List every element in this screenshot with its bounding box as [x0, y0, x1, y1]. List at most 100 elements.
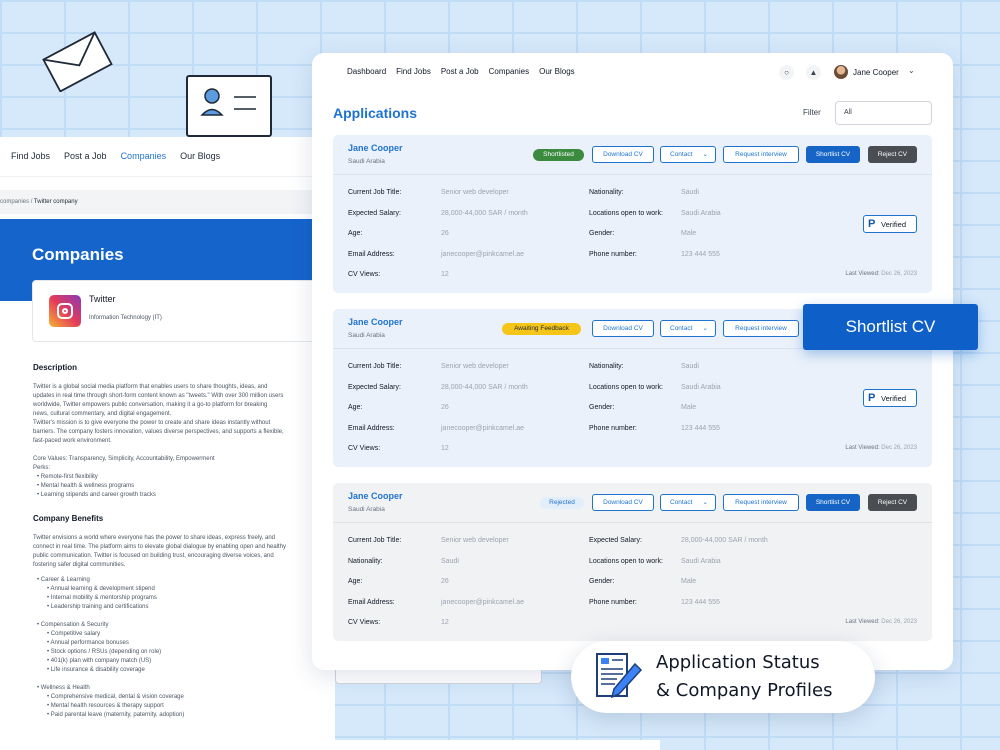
shortlist-cv-button[interactable]: Shortlist CV [806, 146, 860, 163]
field-label: Email Address: [348, 599, 395, 606]
applications-panel: Dashboard Find Jobs Post a Job Companies… [312, 53, 953, 670]
user-name[interactable]: Jane Cooper [853, 68, 899, 77]
description-heading: Description [33, 363, 78, 372]
field-value: 123 444 555 [681, 599, 720, 606]
contact-button[interactable]: Contact ⌄ [660, 146, 716, 163]
description-line: fast-paced work environment. [33, 438, 112, 444]
field-label: Current Job Title: [348, 363, 402, 370]
field-label: Locations open to work: [589, 210, 663, 217]
field-value: Senior web developer [441, 363, 509, 370]
chevron-down-icon[interactable]: ⌄ [908, 66, 915, 75]
filter-select[interactable]: All [835, 101, 932, 125]
reject-cv-button[interactable]: Reject CV [868, 146, 917, 163]
contact-label: Contact [670, 325, 693, 332]
field-label: Nationality: [589, 363, 624, 370]
last-viewed: Last Viewed: Dec 26, 2023 [845, 445, 917, 451]
envelope-icon [42, 31, 113, 92]
company-profile-page: Find Jobs Post a Job Companies Our Blogs… [0, 137, 335, 750]
field-value: Senior web developer [441, 189, 509, 196]
last-viewed-label: Last Viewed: [845, 271, 880, 277]
field-value: janecooper@pinkcamel.ae [441, 425, 524, 432]
filter-label: Filter [803, 108, 821, 117]
download-cv-button[interactable]: Download CV [592, 146, 654, 163]
request-interview-button[interactable]: Request interview [723, 494, 799, 511]
nav-post-job[interactable]: Post a Job [64, 151, 107, 176]
benefit-group: Compensation & Security [33, 621, 313, 630]
description-line: Twitter's mission is to give everyone th… [33, 420, 271, 426]
candidate-name[interactable]: Jane Cooper [348, 143, 403, 153]
nav-our-blogs[interactable]: Our Blogs [539, 67, 575, 76]
field-label: Phone number: [589, 251, 637, 258]
user-icon [200, 88, 256, 116]
reject-cv-button[interactable]: Reject CV [868, 494, 917, 511]
verified-badge: P Verified [863, 215, 917, 233]
field-value: Saudi Arabia [681, 210, 721, 217]
field-label: Age: [348, 230, 363, 237]
nav-find-jobs[interactable]: Find Jobs [11, 151, 50, 176]
request-interview-button[interactable]: Request interview [723, 320, 799, 337]
list-item: Learning stipends and career growth trac… [37, 491, 313, 500]
contact-button[interactable]: Contact ⌄ [660, 494, 716, 511]
perks-list: Remote-first flexibility Mental health &… [33, 473, 313, 500]
field-value: Male [681, 578, 697, 585]
avatar[interactable] [834, 65, 848, 79]
field-value: Saudi Arabia [681, 384, 721, 391]
benefit-items: Comprehensive medical, dental & vision c… [33, 693, 313, 720]
field-label: Locations open to work: [589, 384, 663, 391]
bell-icon[interactable]: ▲ [806, 65, 821, 80]
field-label: Gender: [589, 578, 615, 585]
field-value: Male [681, 230, 697, 237]
download-cv-button[interactable]: Download CV [592, 320, 654, 337]
last-viewed-date: Dec 26, 2023 [881, 445, 917, 451]
field-value: 26 [441, 230, 449, 237]
application-header: Jane Cooper Saudi Arabia Shortlisted Dow… [333, 135, 932, 175]
company-name: Twitter [89, 294, 116, 304]
candidate-name[interactable]: Jane Cooper [348, 317, 403, 327]
profile-card-illustration [186, 75, 272, 137]
field-label: Gender: [589, 230, 615, 237]
nav-post-job[interactable]: Post a Job [441, 67, 479, 76]
field-label: Expected Salary: [348, 384, 401, 391]
candidate-location: Saudi Arabia [348, 332, 385, 339]
description-line: updates in real time through short-form … [33, 393, 284, 399]
last-viewed-date: Dec 26, 2023 [881, 619, 917, 625]
back-navbar: Find Jobs Post a Job Companies Our Blogs [0, 137, 335, 177]
field-label: Locations open to work: [589, 558, 663, 565]
list-item: Annual learning & development stipend [47, 585, 313, 594]
list-item: 401(k) plan with company match (US) [47, 657, 313, 666]
field-value: Saudi [441, 558, 459, 565]
company-details: Description Twitter is a global social m… [33, 363, 313, 720]
field-label: Age: [348, 578, 363, 585]
nav-companies[interactable]: Companies [489, 67, 529, 76]
field-label: Phone number: [589, 599, 637, 606]
field-label: Nationality: [589, 189, 624, 196]
request-interview-button[interactable]: Request interview [723, 146, 799, 163]
contact-button[interactable]: Contact ⌄ [660, 320, 716, 337]
list-item: Annual performance bonuses [47, 639, 313, 648]
list-item: Mental health resources & therapy suppor… [47, 702, 313, 711]
list-item: Stock options / RSUs (depending on role) [47, 648, 313, 657]
last-viewed: Last Viewed: Dec 26, 2023 [845, 271, 917, 277]
nav-companies[interactable]: Companies [121, 151, 167, 176]
benefit-group: Career & Learning [33, 576, 313, 585]
candidate-name[interactable]: Jane Cooper [348, 491, 403, 501]
download-cv-button[interactable]: Download CV [592, 494, 654, 511]
perks-label: Perks: [33, 465, 51, 471]
nav-find-jobs[interactable]: Find Jobs [396, 67, 431, 76]
chevron-down-icon: ⌄ [702, 499, 708, 506]
nav-dashboard[interactable]: Dashboard [347, 67, 386, 76]
chat-icon[interactable]: ○ [779, 65, 794, 80]
shortlist-cv-callout[interactable]: Shortlist CV [803, 304, 978, 350]
benefits-line: fostering safer digital communities. [33, 562, 126, 568]
nav-our-blogs[interactable]: Our Blogs [180, 151, 220, 176]
field-value: Male [681, 404, 697, 411]
field-label: CV Views: [348, 271, 381, 278]
breadcrumb-companies[interactable]: companies [0, 199, 29, 205]
shortlist-cv-button[interactable]: Shortlist CV [806, 494, 860, 511]
field-label: Current Job Title: [348, 537, 402, 544]
company-industry: Information Technology (IT) [89, 315, 162, 321]
field-label: Nationality: [348, 558, 383, 565]
card-edge [335, 670, 542, 684]
company-card: Twitter Information Technology (IT) [32, 280, 322, 342]
field-label: Expected Salary: [589, 537, 642, 544]
